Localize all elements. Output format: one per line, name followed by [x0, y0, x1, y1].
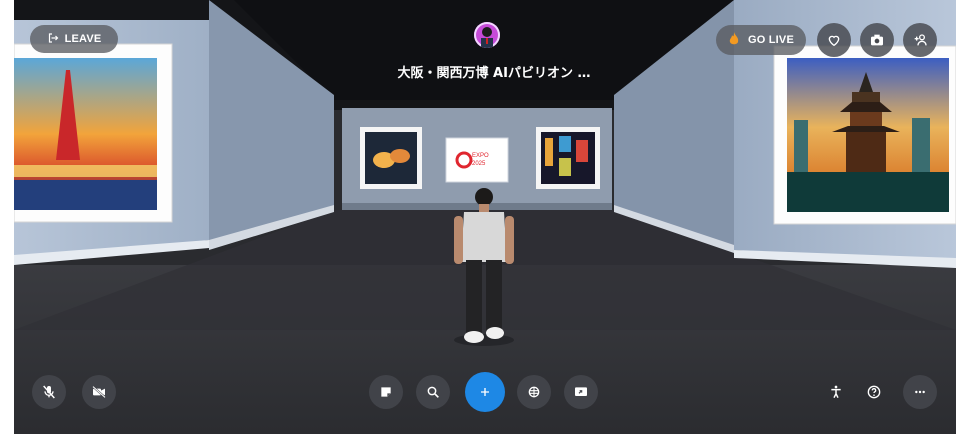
camera-toggle-button[interactable] [82, 375, 116, 409]
fire-icon [728, 31, 740, 49]
sticky-note-button[interactable] [369, 375, 403, 409]
help-icon [867, 385, 881, 399]
invite-button[interactable] [903, 23, 937, 57]
host-avatar[interactable] [474, 22, 500, 48]
emotes-button[interactable] [517, 375, 551, 409]
accessibility-button[interactable] [819, 375, 853, 409]
expo-logo-line1: EXPO [472, 153, 489, 159]
go-live-label: GO LIVE [747, 34, 795, 46]
mic-toggle-button[interactable] [32, 375, 66, 409]
painting-neon[interactable] [536, 127, 600, 189]
virtual-space-view[interactable]: EXPO 2025 LEAVE 大阪・関西万博 AIパビリオン … GO LIV… [14, 0, 956, 434]
add-content-button[interactable] [465, 372, 505, 412]
space-title: 大阪・関西万博 AIパビリオン … [397, 66, 591, 81]
mic-muted-icon [43, 385, 55, 399]
share-screen-button[interactable] [564, 375, 598, 409]
leave-label: LEAVE [64, 33, 102, 45]
share-screen-icon [575, 387, 587, 396]
go-live-button[interactable]: GO LIVE [716, 25, 806, 55]
camera-off-icon [92, 385, 106, 399]
emote-icon [528, 386, 540, 398]
painting-pagoda[interactable] [773, 45, 956, 225]
more-icon [915, 390, 925, 394]
add-person-icon [914, 34, 927, 46]
expo-logo-line2: 2025 [472, 161, 486, 167]
exit-icon [47, 32, 59, 47]
painting-tower[interactable] [14, 43, 173, 223]
painting-expo[interactable]: EXPO 2025 [445, 137, 509, 183]
leave-button[interactable]: LEAVE [30, 25, 118, 53]
plus-icon [481, 388, 489, 396]
search-icon [427, 386, 439, 398]
screenshot-button[interactable] [860, 23, 894, 57]
note-icon [381, 387, 391, 397]
more-options-button[interactable] [903, 375, 937, 409]
camera-icon [871, 34, 883, 46]
help-button[interactable] [857, 375, 891, 409]
painting-butterfly[interactable] [360, 127, 422, 189]
search-button[interactable] [416, 375, 450, 409]
accessibility-icon [831, 385, 841, 398]
heart-icon [828, 35, 840, 47]
favorite-button[interactable] [817, 23, 851, 57]
